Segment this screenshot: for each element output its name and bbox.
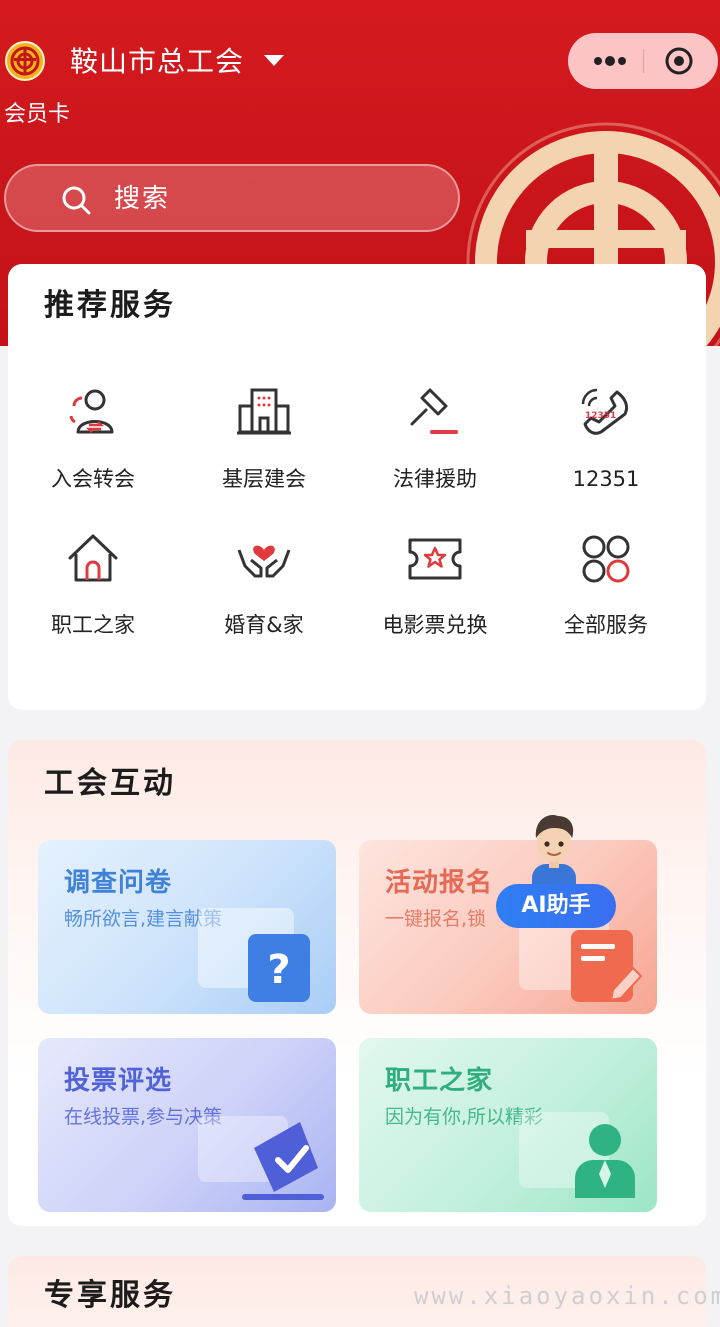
close-target-icon[interactable]	[664, 46, 694, 76]
tile-survey[interactable]: 调查问卷 畅所欲言,建言献策 ?	[38, 840, 336, 1014]
gavel-icon	[410, 388, 458, 434]
worker-person-icon	[519, 1112, 635, 1198]
site-watermark: www.xiaoyaoxin.com	[414, 1282, 720, 1310]
tile-subtitle: 一键报名,锁	[385, 908, 487, 930]
search-bar[interactable]: 搜索	[4, 164, 460, 232]
question-card-icon: ?	[198, 908, 310, 1002]
ai-assistant-button[interactable]: AI助手	[496, 884, 616, 928]
service-hotline[interactable]: 12351 12351	[521, 384, 691, 514]
service-building[interactable]: 基层建会	[179, 384, 349, 514]
union-logo-icon	[5, 41, 45, 81]
app-title[interactable]: 鞍山市总工会	[70, 42, 244, 82]
capsule-divider	[643, 49, 644, 73]
tile-title: 调查问卷	[64, 868, 173, 898]
ai-assistant-avatar[interactable]	[518, 808, 590, 890]
service-label: 全部服务	[564, 613, 648, 637]
service-movie-ticket[interactable]: 电影票兑换	[350, 530, 520, 660]
member-transfer-icon	[69, 389, 114, 434]
chevron-down-icon[interactable]	[264, 55, 284, 66]
union-interaction-card: 工会互动 调查问卷 畅所欲言,建言献策 ? 活动报名 一键报名,锁 投票评选 在…	[8, 740, 706, 1226]
service-marriage-family[interactable]: 婚育&家	[179, 530, 349, 660]
section-title-exclusive: 专享服务	[44, 1278, 176, 1313]
home-icon	[68, 534, 118, 582]
svg-text:?: ?	[267, 947, 290, 993]
member-card-link[interactable]: 会员卡	[4, 100, 70, 130]
tile-workers-home[interactable]: 职工之家 因为有你,所以精彩	[359, 1038, 657, 1212]
service-workers-home[interactable]: 职工之家	[8, 530, 178, 660]
tile-event-signup[interactable]: 活动报名 一键报名,锁	[359, 840, 657, 1014]
hotline-number-text: 12351	[585, 411, 616, 421]
ballot-check-icon	[198, 1116, 324, 1200]
recommended-services-card: 推荐服务 入会转会 基层建会 法律援助 12351 12351 职工之家 婚育&…	[8, 264, 706, 710]
tile-title: 职工之家	[385, 1066, 494, 1096]
all-services-icon	[582, 535, 630, 583]
service-legal-aid[interactable]: 法律援助	[350, 384, 520, 514]
service-label: 婚育&家	[224, 613, 304, 637]
ticket-icon	[408, 538, 462, 580]
service-label: 电影票兑换	[382, 613, 488, 637]
service-all[interactable]: 全部服务	[521, 530, 691, 660]
section-title-interaction: 工会互动	[44, 766, 176, 801]
mini-program-capsule	[568, 33, 718, 89]
service-label: 法律援助	[393, 467, 477, 491]
section-title-recommended: 推荐服务	[44, 288, 176, 323]
heart-hands-icon	[237, 545, 291, 578]
more-icon[interactable]	[590, 47, 630, 75]
service-label: 职工之家	[51, 613, 135, 637]
service-label: 入会转会	[51, 467, 135, 491]
tile-title: 活动报名	[385, 868, 494, 898]
service-label: 基层建会	[222, 467, 306, 491]
search-icon	[62, 186, 91, 215]
hotline-phone-icon: 12351	[581, 388, 629, 435]
service-label: 12351	[572, 467, 640, 491]
service-member-transfer[interactable]: 入会转会	[8, 384, 178, 514]
building-icon	[237, 388, 291, 435]
search-placeholder: 搜索	[114, 184, 171, 214]
tile-voting[interactable]: 投票评选 在线投票,参与决策	[38, 1038, 336, 1212]
tile-title: 投票评选	[64, 1066, 173, 1096]
